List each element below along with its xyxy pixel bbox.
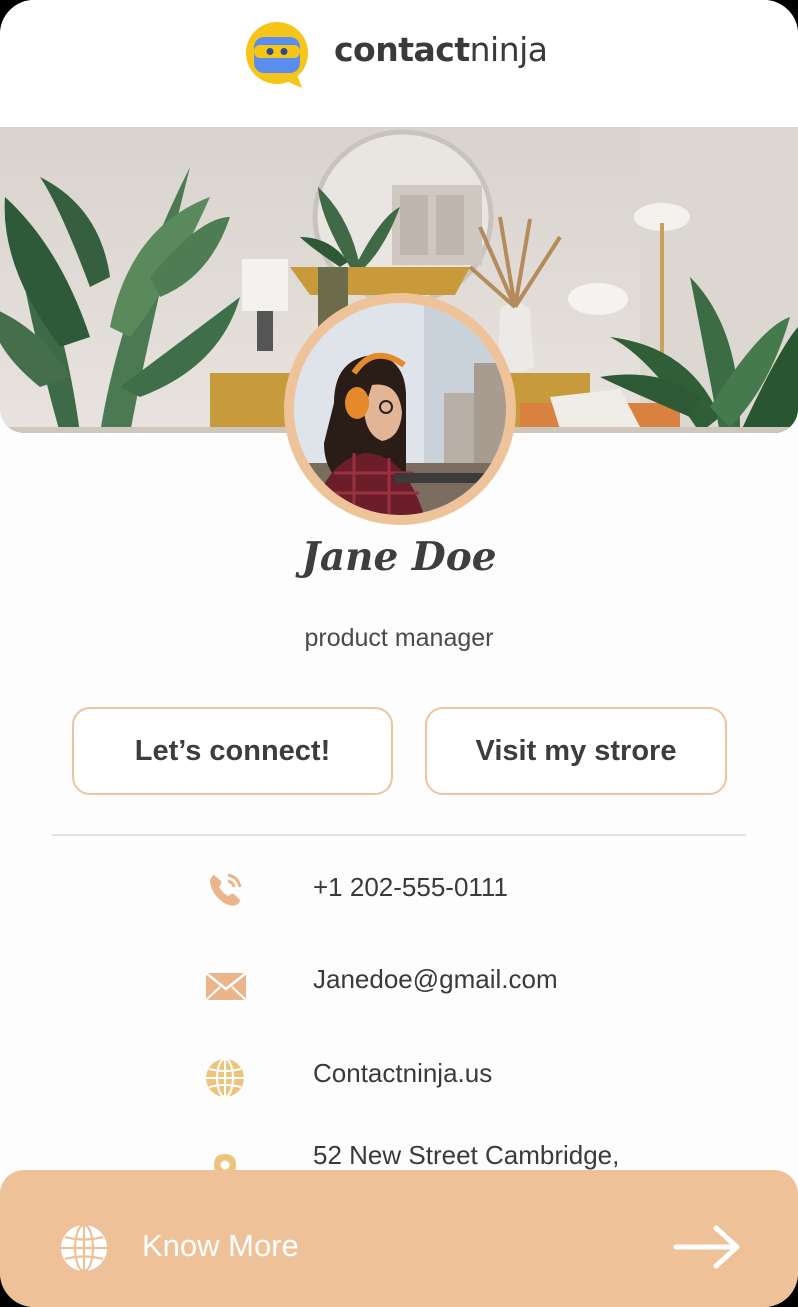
phone-number: +1 202-555-0111 — [313, 872, 508, 902]
contact-card: contactninja Jane Doe product manager Le… — [0, 0, 798, 1307]
brand-name-bold: contact — [334, 30, 470, 69]
phone-icon — [210, 873, 242, 906]
connect-button[interactable]: Let’s connect! — [72, 707, 393, 795]
globe-icon — [206, 1058, 244, 1098]
arrow-right-icon[interactable] — [672, 1224, 742, 1270]
divider — [52, 834, 746, 836]
contact-row-email[interactable]: Janedoe@gmail.com — [0, 952, 798, 1012]
contactninja-logo-icon — [246, 22, 308, 88]
profile-avatar — [284, 293, 516, 525]
header: contactninja — [0, 0, 798, 127]
envelope-icon — [205, 972, 247, 1001]
contact-row-website[interactable]: Contactninja.us — [0, 1046, 798, 1106]
email-address: Janedoe@gmail.com — [313, 964, 558, 994]
brand-name-light: ninja — [469, 30, 548, 69]
profile-role: product manager — [304, 624, 494, 652]
profile-photo — [294, 303, 506, 515]
know-more-label: Know More — [142, 1228, 299, 1263]
contact-row-phone[interactable]: +1 202-555-0111 — [0, 860, 798, 920]
address-text: 52 New Street Cambridge, — [313, 1140, 620, 1170]
globe-icon — [61, 1223, 107, 1273]
visit-store-button[interactable]: Visit my strore — [425, 707, 727, 795]
know-more-bar[interactable]: Know More — [0, 1170, 798, 1307]
profile-name: Jane Doe — [301, 534, 497, 580]
brand-name: contactninja — [334, 30, 548, 69]
website-url: Contactninja.us — [313, 1058, 493, 1088]
